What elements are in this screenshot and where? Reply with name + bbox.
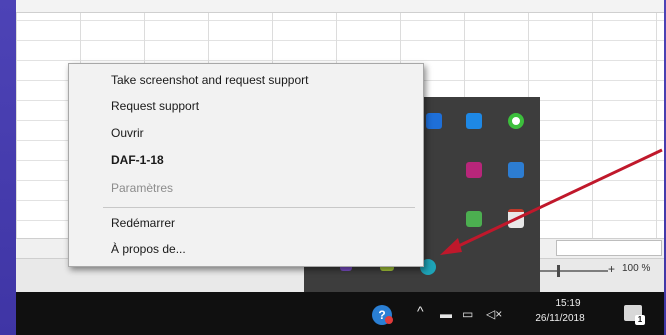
tray-document-icon[interactable] [508,209,524,228]
zoom-in-button[interactable]: + [608,262,615,276]
ribbon-edge [16,0,664,13]
desktop-screen: + 100 % Take screenshot and request supp… [16,0,664,335]
tray-magenta-icon[interactable] [466,162,482,178]
menu-separator [103,207,415,208]
menu-item-settings: Paramètres [111,181,174,195]
action-center-badge: 1 [635,315,645,325]
show-hidden-icons-chevron-icon[interactable]: ^ [417,303,424,319]
menu-item-about[interactable]: À propos de... [111,242,186,256]
clock-date[interactable]: 26/11/2018 [527,313,593,324]
zoom-slider[interactable] [540,270,608,272]
context-menu: Take screenshot and request support Requ… [68,63,424,267]
tray-green-square-icon[interactable] [466,211,482,227]
tray-blue-square-icon[interactable] [426,113,442,129]
horizontal-scrollbar[interactable] [556,240,662,256]
keyboard-icon[interactable]: ▬ [440,307,452,321]
zoom-level[interactable]: 100 % [622,263,650,274]
menu-item-open[interactable]: Ouvrir [111,126,144,140]
zoom-slider-thumb[interactable] [557,265,560,277]
volume-icon[interactable]: ◁× [486,307,502,321]
tray-green-ring-icon[interactable] [508,113,524,129]
bluetooth-icon[interactable] [466,113,482,129]
tray-blue-app-icon[interactable] [508,162,524,178]
menu-item-take-screenshot[interactable]: Take screenshot and request support [111,73,308,87]
notification-badge-icon [385,316,393,324]
clock-time[interactable]: 15:19 [543,298,593,309]
menu-item-restart[interactable]: Redémarrer [111,216,175,230]
menu-item-request-support[interactable]: Request support [111,99,199,113]
network-icon[interactable]: ▭ [462,307,473,321]
menu-item-computer-name[interactable]: DAF-1-18 [111,153,164,167]
